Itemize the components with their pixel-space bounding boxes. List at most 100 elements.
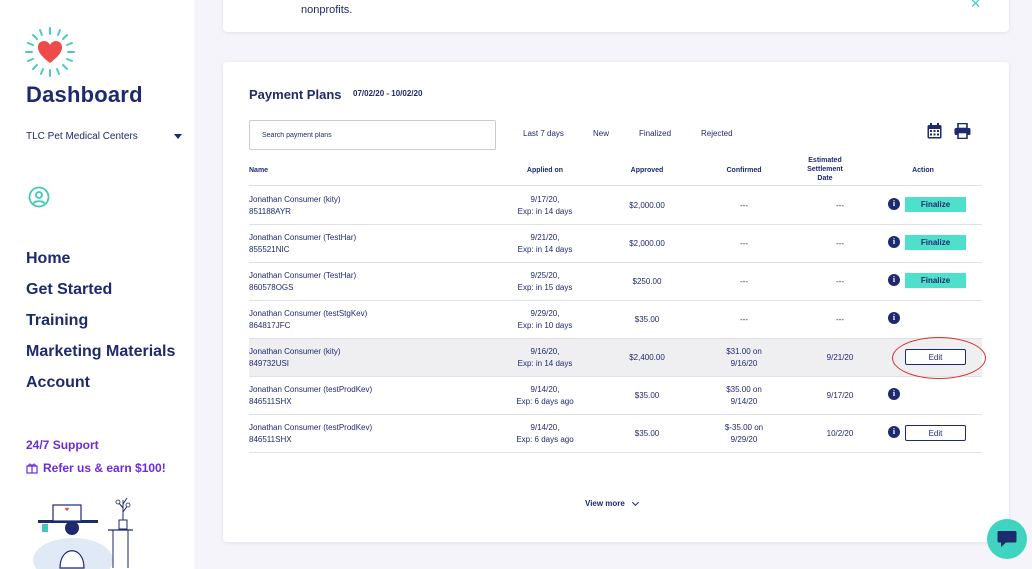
chat-button[interactable] — [987, 519, 1027, 559]
filter-tabs: Last 7 days New Finalized Rejected — [523, 129, 761, 138]
approved-amount: $250.00 — [632, 277, 662, 286]
customer-cell: Jonathan Consumer (TestHar) 860578OGS — [249, 270, 356, 294]
plan-id: 849732USI — [249, 359, 290, 368]
plan-id: 846511SHX — [249, 397, 292, 406]
view-more-button[interactable]: View more — [585, 498, 639, 508]
confirmed-date: 9/29/20 — [730, 435, 758, 444]
settlement-date: 9/21/20 — [826, 353, 854, 362]
info-icon[interactable]: i — [888, 274, 900, 286]
filter-rejected[interactable]: Rejected — [701, 129, 761, 138]
plan-id: 864817JFC — [249, 321, 291, 330]
table-body: Jonathan Consumer (kity) 851188AYR 9/17/20… — [249, 187, 982, 453]
top-card-text: nonprofits. — [301, 4, 353, 16]
applied-expiry: Exp: in 14 days — [517, 207, 573, 216]
nav-marketing-materials[interactable]: Marketing Materials — [26, 341, 175, 372]
table-row: Jonathan Consumer (kity) 851188AYR 9/17/20… — [249, 187, 982, 225]
nav-home[interactable]: Home — [26, 248, 175, 279]
info-icon[interactable]: i — [888, 236, 900, 248]
refer-label: Refer us & earn $100! — [43, 461, 166, 475]
settlement-date: --- — [836, 277, 844, 286]
applied-expiry: Exp: in 14 days — [517, 245, 573, 254]
col-confirmed: Confirmed — [726, 167, 762, 174]
customer-name[interactable]: Jonathan Consumer (TestHar) — [249, 270, 356, 282]
edit-button[interactable]: Edit — [905, 425, 966, 441]
finalize-button[interactable]: Finalize — [905, 197, 966, 212]
chevron-down-icon — [631, 498, 639, 506]
date-range: 07/02/20 - 10/02/20 — [353, 89, 423, 98]
person-at-desk-illustration — [33, 497, 133, 569]
confirmed-date: 9/16/20 — [730, 359, 758, 368]
card-title: Payment Plans — [249, 87, 342, 102]
col-settlement: Estimated Settlement Date — [807, 157, 843, 182]
customer-name[interactable]: Jonathan Consumer (kity) — [249, 346, 341, 358]
confirmed-cell: $31.00 on 9/16/20 — [709, 346, 779, 370]
applied-cell: 9/21/20, Exp: in 14 days — [497, 232, 593, 256]
approved-amount: $35.00 — [634, 315, 660, 324]
print-icon[interactable] — [954, 123, 971, 139]
settlement-date: 10/2/20 — [826, 429, 854, 438]
confirmed-date: 9/14/20 — [730, 397, 758, 406]
approved-amount: $2,400.00 — [629, 353, 665, 362]
caret-down-icon[interactable] — [174, 134, 182, 139]
confirmed-amount: $35.00 on — [726, 385, 762, 394]
customer-cell: Jonathan Consumer (testProdKev) 846511SHX — [249, 422, 372, 446]
filter-new[interactable]: New — [593, 129, 639, 138]
finalize-button[interactable]: Finalize — [905, 235, 966, 250]
confirmed-cell: --- — [740, 201, 748, 210]
table-row: Jonathan Consumer (TestHar) 855521NIC 9/21… — [249, 225, 982, 263]
info-icon[interactable]: i — [888, 312, 900, 324]
info-icon[interactable]: i — [888, 426, 900, 438]
table-header: Name Applied on Approved Confirmed Estim… — [249, 154, 982, 186]
plan-id: 860578OGS — [249, 283, 294, 292]
sidebar: Dashboard TLC Pet Medical Centers Home G… — [0, 0, 194, 569]
confirmed-cell: --- — [740, 315, 748, 324]
nav-training[interactable]: Training — [26, 310, 175, 341]
table-row: Jonathan Consumer (TestHar) 860578OGS 9/25… — [249, 263, 982, 301]
table-row: Jonathan Consumer (testProdKev) 846511SHX… — [249, 415, 982, 453]
approved-amount: $2,000.00 — [629, 239, 665, 248]
calendar-icon[interactable] — [927, 123, 942, 139]
approved-amount: $2,000.00 — [629, 201, 665, 210]
table-row: Jonathan Consumer (testProdKev) 846511SHX… — [249, 377, 982, 415]
settlement-date: --- — [836, 315, 844, 324]
nav-account[interactable]: Account — [26, 372, 175, 403]
col-approved: Approved — [630, 167, 664, 174]
filter-last-7-days[interactable]: Last 7 days — [523, 129, 593, 138]
confirmed-cell: --- — [740, 277, 748, 286]
filter-finalized[interactable]: Finalized — [639, 129, 701, 138]
applied-expiry: Exp: in 14 days — [517, 359, 573, 368]
applied-date: 9/17/20, — [530, 195, 560, 204]
customer-name[interactable]: Jonathan Consumer (TestHar) — [249, 232, 356, 244]
refer-link[interactable]: Refer us & earn $100! — [26, 461, 166, 475]
customer-name[interactable]: Jonathan Consumer (kity) — [249, 194, 341, 206]
settlement-date: 9/17/20 — [826, 391, 854, 400]
search-input[interactable] — [249, 120, 496, 150]
customer-cell: Jonathan Consumer (TestHar) 855521NIC — [249, 232, 356, 256]
view-more-label: View more — [585, 499, 625, 508]
support-link[interactable]: 24/7 Support — [26, 438, 99, 452]
plan-id: 846511SHX — [249, 435, 292, 444]
customer-cell: Jonathan Consumer (kity) 849732USI — [249, 346, 341, 370]
approved-amount: $35.00 — [634, 429, 660, 438]
confirmed-cell: --- — [740, 239, 748, 248]
close-icon[interactable]: ✕ — [970, 0, 981, 12]
applied-date: 9/21/20, — [530, 233, 560, 242]
org-name: TLC Pet Medical Centers — [26, 131, 138, 142]
customer-cell: Jonathan Consumer (testStgKev) 864817JFC — [249, 308, 367, 332]
annotation-circle — [892, 337, 986, 379]
customer-name[interactable]: Jonathan Consumer (testProdKev) — [249, 384, 372, 396]
confirmed-amount: $-35.00 on — [724, 423, 764, 432]
applied-date: 9/29/20, — [530, 309, 560, 318]
info-icon[interactable]: i — [888, 198, 900, 210]
applied-cell: 9/16/20, Exp: in 14 days — [497, 346, 593, 370]
org-selector[interactable]: TLC Pet Medical Centers — [26, 131, 186, 142]
info-icon[interactable]: i — [888, 388, 900, 400]
applied-date: 9/14/20, — [530, 423, 560, 432]
applied-expiry: Exp: 6 days ago — [516, 397, 574, 406]
user-circle-icon[interactable] — [28, 186, 50, 208]
finalize-button[interactable]: Finalize — [905, 273, 966, 288]
customer-name[interactable]: Jonathan Consumer (testStgKev) — [249, 308, 367, 320]
gift-icon — [26, 463, 38, 474]
customer-name[interactable]: Jonathan Consumer (testProdKev) — [249, 422, 372, 434]
nav-get-started[interactable]: Get Started — [26, 279, 175, 310]
